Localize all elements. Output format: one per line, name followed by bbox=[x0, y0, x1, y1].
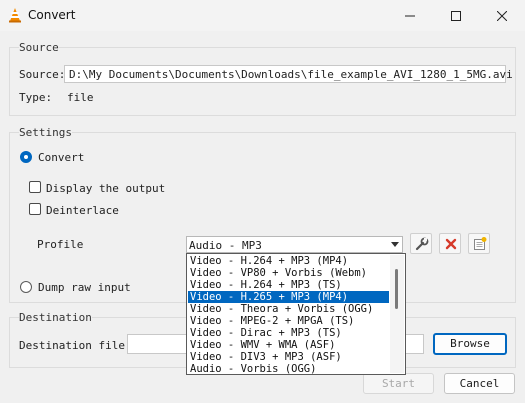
convert-radio-label: Convert bbox=[38, 151, 85, 164]
maximize-button[interactable] bbox=[433, 0, 479, 31]
profile-dropdown-list[interactable]: Video - H.264 + MP3 (MP4) Video - VP80 +… bbox=[186, 253, 406, 375]
profile-option-selected[interactable]: Video - H.265 + MP3 (MP4) bbox=[188, 291, 389, 303]
start-button[interactable]: Start bbox=[363, 373, 434, 394]
browse-button[interactable]: Browse bbox=[433, 333, 507, 355]
new-profile-button[interactable] bbox=[468, 233, 490, 254]
cancel-button[interactable]: Cancel bbox=[444, 373, 515, 394]
vlc-cone-icon bbox=[8, 7, 22, 23]
close-icon bbox=[496, 9, 508, 22]
profile-option[interactable]: Audio - Vorbis (OGG) bbox=[188, 363, 389, 374]
source-path-value: D:\My Documents\Documents\Downloads\file… bbox=[69, 68, 513, 81]
profile-option[interactable]: Video - VP80 + Vorbis (Webm) bbox=[188, 267, 389, 279]
delete-profile-button[interactable] bbox=[439, 233, 461, 254]
close-button[interactable] bbox=[479, 0, 525, 31]
minimize-button[interactable] bbox=[387, 0, 433, 31]
profile-option[interactable]: Video - DIV3 + MP3 (ASF) bbox=[188, 351, 389, 363]
profile-option[interactable]: Video - H.264 + MP3 (MP4) bbox=[188, 255, 389, 267]
minimize-icon bbox=[405, 9, 415, 22]
display-output-checkbox[interactable] bbox=[29, 181, 41, 193]
source-group-title: Source bbox=[19, 41, 59, 54]
source-path-field[interactable]: D:\My Documents\Documents\Downloads\file… bbox=[64, 65, 513, 83]
chevron-down-icon bbox=[391, 242, 399, 247]
settings-group-title: Settings bbox=[19, 126, 72, 139]
dropdown-scrollbar[interactable] bbox=[390, 255, 404, 373]
destination-file-label: Destination file: bbox=[19, 339, 132, 352]
display-output-label: Display the output bbox=[46, 182, 166, 195]
deinterlace-checkbox[interactable] bbox=[29, 203, 41, 215]
source-label: Source: bbox=[19, 68, 66, 81]
maximize-icon bbox=[451, 9, 461, 22]
destination-group-title: Destination bbox=[19, 311, 92, 324]
scrollbar-thumb[interactable] bbox=[395, 269, 398, 309]
dump-raw-label: Dump raw input bbox=[38, 281, 131, 294]
title-bar: Convert bbox=[0, 0, 525, 31]
edit-profile-button[interactable] bbox=[410, 233, 432, 254]
type-label: Type: bbox=[19, 91, 53, 104]
dump-raw-radio[interactable] bbox=[20, 281, 32, 293]
profile-label: Profile bbox=[37, 238, 84, 251]
deinterlace-label: Deinterlace bbox=[46, 204, 119, 217]
type-value: file bbox=[67, 91, 94, 104]
profile-option[interactable]: Video - Theora + Vorbis (OGG) bbox=[188, 303, 389, 315]
profile-option[interactable]: Video - MPEG-2 + MPGA (TS) bbox=[188, 315, 389, 327]
profile-select-value: Audio - MP3 bbox=[189, 239, 262, 252]
convert-radio[interactable] bbox=[20, 151, 32, 163]
window-title: Convert bbox=[28, 8, 76, 22]
profile-option[interactable]: Video - WMV + WMA (ASF) bbox=[188, 339, 389, 351]
profile-option[interactable]: Video - H.264 + MP3 (TS) bbox=[188, 279, 389, 291]
profile-option[interactable]: Video - Dirac + MP3 (TS) bbox=[188, 327, 389, 339]
profile-select[interactable]: Audio - MP3 bbox=[186, 236, 403, 253]
